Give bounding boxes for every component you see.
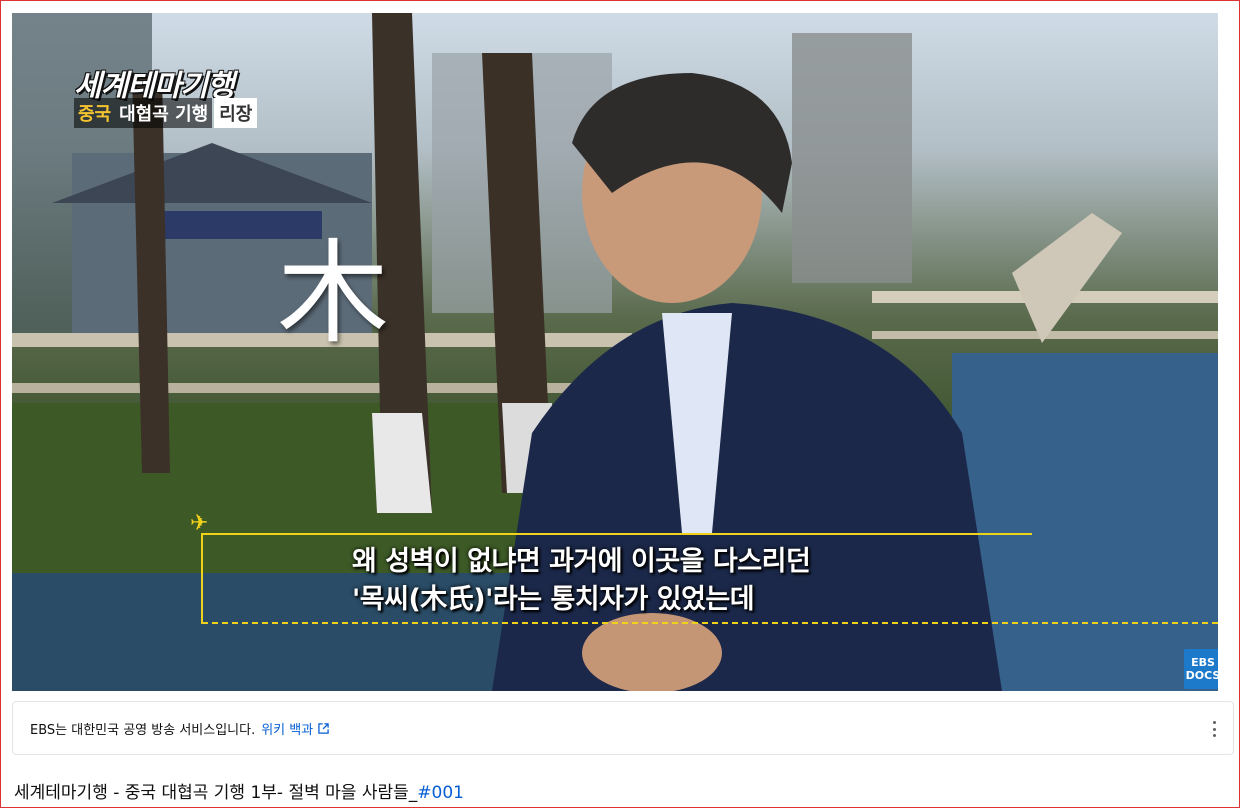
subtitle-frame-bottom (202, 622, 1218, 624)
video-player[interactable]: 세계테마기행 중국 대협곡 기행 리장 木 ✈ 왜 성벽이 없냐면 과거에 이곳… (12, 13, 1218, 691)
episode-series: 대협곡 기행 (115, 98, 213, 128)
hashtag-link[interactable]: #001 (417, 783, 464, 803)
badge-line-2: DOCS (1185, 669, 1218, 682)
airplane-icon: ✈ (190, 511, 209, 536)
more-vert-icon[interactable] (1213, 721, 1217, 737)
external-link-icon (318, 722, 329, 734)
subtitle-line-2: '목씨(木氏)'라는 통치자가 있었는데 (352, 584, 755, 615)
overlay-hanja: 木 (277, 229, 389, 359)
broadcaster-info-panel: EBS는 대한민국 공영 방송 서비스입니다. 위키 백과 (12, 701, 1234, 755)
episode-tag: 중국 대협곡 기행 리장 (74, 98, 258, 128)
wikipedia-link-label: 위키 백과 (261, 722, 314, 738)
broadcaster-info-text: EBS는 대한민국 공영 방송 서비스입니다. (30, 722, 256, 738)
subtitle-frame-top (202, 533, 1032, 535)
video-title-text: 세계테마기행 - 중국 대협곡 기행 1부- 절벽 마을 사람들_ (14, 783, 418, 803)
subtitle-frame-left (201, 533, 203, 624)
wikipedia-link[interactable]: 위키 백과 (261, 719, 329, 738)
subtitle-line-1: 왜 성벽이 없냐면 과거에 이곳을 다스리던 (352, 546, 811, 577)
subtitle: 왜 성벽이 없냐면 과거에 이곳을 다스리던 '목씨(木氏)'라는 통치자가 있… (352, 543, 811, 619)
episode-place: 리장 (214, 98, 258, 128)
ebs-docs-badge: EBS DOCS (1184, 649, 1218, 689)
video-title: 세계테마기행 - 중국 대협곡 기행 1부- 절벽 마을 사람들_#001 (14, 778, 464, 803)
episode-country: 중국 (74, 98, 116, 128)
badge-line-1: EBS (1191, 656, 1215, 669)
